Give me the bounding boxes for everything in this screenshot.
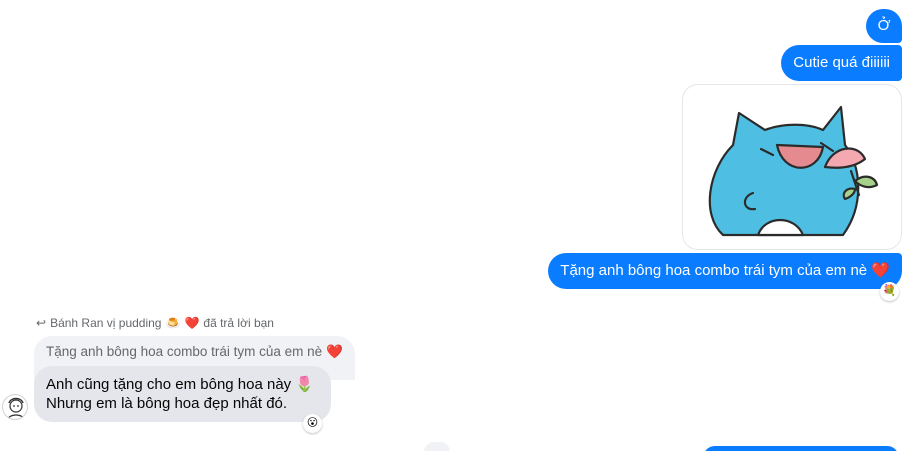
outgoing-message[interactable]: Tặng anh bông hoa combo trái tym của em … bbox=[548, 253, 902, 289]
pudding-icon: 🍮 bbox=[165, 316, 181, 330]
partial-message bbox=[424, 442, 450, 451]
blue-cat-sticker-icon bbox=[708, 105, 879, 237]
incoming-message[interactable]: Anh cũng tặng cho em bông hoa này 🌷 Nhưn… bbox=[34, 366, 331, 422]
red-heart-icon: ❤️ bbox=[325, 344, 343, 359]
message-text: Anh cũng tặng cho em bông hoa này bbox=[46, 376, 292, 393]
partial-message bbox=[703, 446, 899, 451]
message-line: Anh cũng tặng cho em bông hoa này 🌷 bbox=[46, 375, 319, 394]
reply-arrow-icon: ↩ bbox=[36, 316, 47, 330]
chat-thread: Ở Cutie quá điiiiii Tặng anh bông hoa co… bbox=[0, 0, 905, 451]
outgoing-message[interactable]: Cutie quá điiiiii bbox=[781, 45, 902, 81]
red-heart-icon: ❤️ bbox=[871, 262, 890, 279]
message-text: Cutie quá điiiiii bbox=[793, 54, 890, 71]
message-line: Nhưng em là bông hoa đẹp nhất đó. bbox=[46, 395, 288, 412]
wow-reaction-icon[interactable]: 😮 bbox=[303, 414, 322, 433]
reply-suffix: đã trả lời bạn bbox=[203, 316, 274, 330]
quoted-text: Tặng anh bông hoa combo trái tym của em … bbox=[46, 344, 323, 359]
bouquet-reaction-icon[interactable]: 💐 bbox=[880, 282, 899, 301]
reply-sender: Bánh Ran vị pudding bbox=[50, 316, 162, 330]
avatar[interactable] bbox=[2, 394, 28, 420]
sticker-message[interactable] bbox=[682, 84, 902, 250]
red-heart-icon: ❤️ bbox=[184, 316, 200, 330]
reply-header: ↩ Bánh Ran vị pudding 🍮 ❤️ đã trả lời bạn bbox=[36, 316, 274, 330]
message-text: Ở bbox=[877, 17, 891, 34]
tulip-icon: 🌷 bbox=[295, 376, 315, 393]
message-text: Tặng anh bông hoa combo trái tym của em … bbox=[560, 262, 868, 279]
user-avatar-icon bbox=[7, 397, 25, 419]
outgoing-message[interactable]: Ở bbox=[866, 9, 902, 43]
